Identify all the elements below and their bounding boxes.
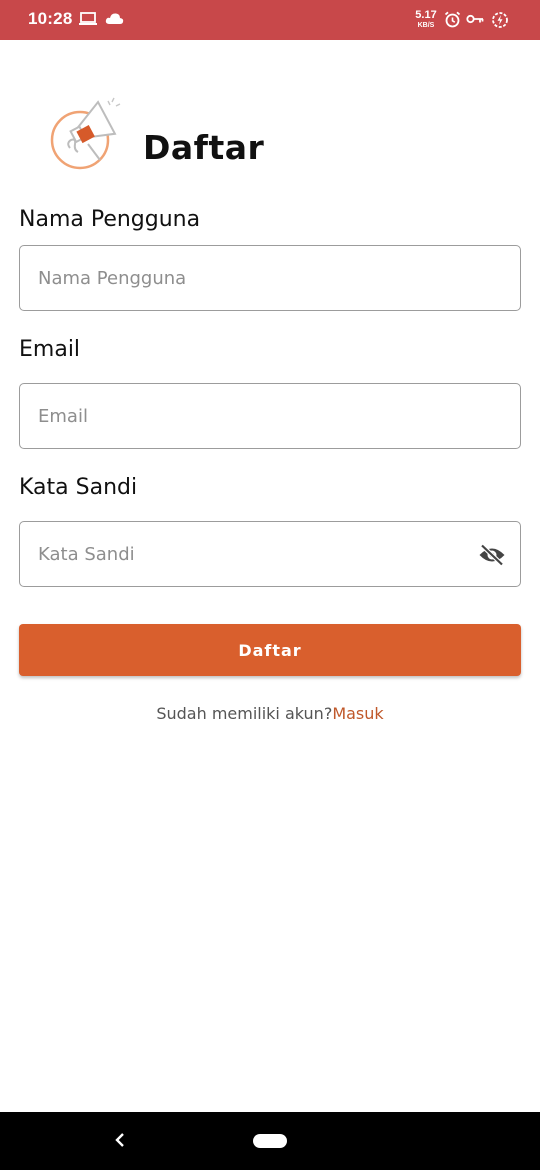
net-speed-value: 5.17	[415, 9, 437, 21]
navigation-bar	[0, 1112, 540, 1170]
home-pill-icon[interactable]	[253, 1134, 287, 1148]
battery-saver-icon	[492, 12, 508, 28]
login-prompt: Sudah memiliki akun?Masuk	[0, 704, 540, 723]
status-bar: 10:28 5.17 KB/S	[0, 0, 540, 40]
email-input[interactable]	[19, 383, 521, 449]
eye-off-icon	[479, 544, 505, 566]
laptop-icon	[79, 12, 97, 25]
register-button[interactable]: Daftar	[19, 624, 521, 676]
username-input[interactable]	[19, 245, 521, 311]
megaphone-logo-icon	[50, 97, 121, 170]
username-label: Nama Pengguna	[19, 207, 201, 232]
password-input[interactable]	[19, 521, 521, 587]
net-speed-unit: KB/S	[417, 22, 435, 29]
alarm-icon	[444, 11, 461, 28]
email-label: Email	[19, 337, 81, 362]
status-time: 10:28	[28, 9, 73, 28]
key-icon	[466, 14, 484, 24]
cloud-icon	[105, 13, 124, 24]
network-speed: 5.17 KB/S	[413, 9, 439, 30]
page-title: Daftar	[143, 128, 265, 167]
login-link[interactable]: Masuk	[332, 704, 383, 723]
password-label: Kata Sandi	[19, 475, 138, 500]
back-icon[interactable]	[112, 1131, 128, 1149]
login-prompt-text: Sudah memiliki akun?	[156, 704, 333, 723]
password-visibility-toggle[interactable]	[477, 540, 507, 570]
